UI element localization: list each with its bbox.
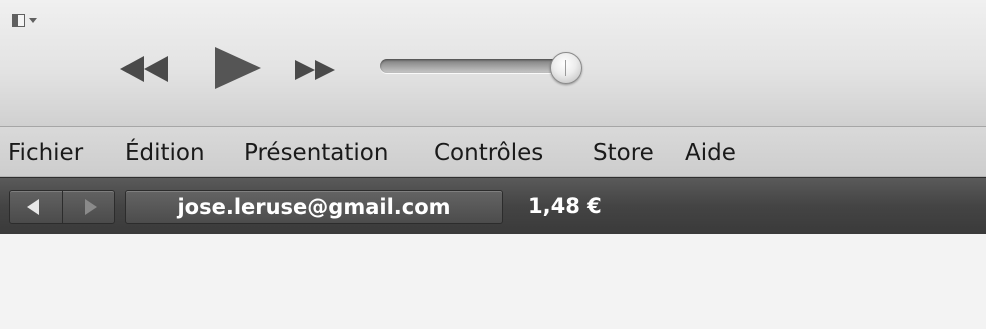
menu-item-store[interactable]: Store	[593, 139, 654, 167]
rewind-icon[interactable]	[117, 46, 173, 90]
history-nav	[9, 190, 115, 224]
knob-mark	[565, 60, 566, 76]
player-toolbar	[0, 0, 986, 127]
menu-item-aide[interactable]: Aide	[685, 139, 736, 167]
content-area	[0, 234, 986, 329]
menu-item-edition[interactable]: Édition	[125, 139, 205, 167]
forward-button[interactable]	[63, 191, 115, 223]
volume-knob[interactable]	[550, 52, 582, 84]
account-button[interactable]: jose.leruse@gmail.com	[125, 190, 503, 224]
fast-forward-icon[interactable]	[293, 46, 339, 90]
volume-slider[interactable]	[380, 59, 576, 73]
forward-arrow-icon	[85, 199, 97, 215]
account-balance: 1,48 €	[528, 194, 602, 218]
menu-bar: Fichier Édition Présentation Contrôles S…	[0, 127, 986, 177]
menu-item-controles[interactable]: Contrôles	[434, 139, 543, 167]
menu-item-fichier[interactable]: Fichier	[8, 139, 83, 167]
play-icon[interactable]	[212, 46, 262, 90]
store-bar: jose.leruse@gmail.com 1,48 €	[0, 177, 986, 235]
back-button[interactable]	[10, 191, 63, 223]
back-arrow-icon	[27, 199, 39, 215]
menu-item-presentation[interactable]: Présentation	[244, 139, 388, 167]
sidebar-toggle-icon[interactable]	[12, 13, 42, 29]
